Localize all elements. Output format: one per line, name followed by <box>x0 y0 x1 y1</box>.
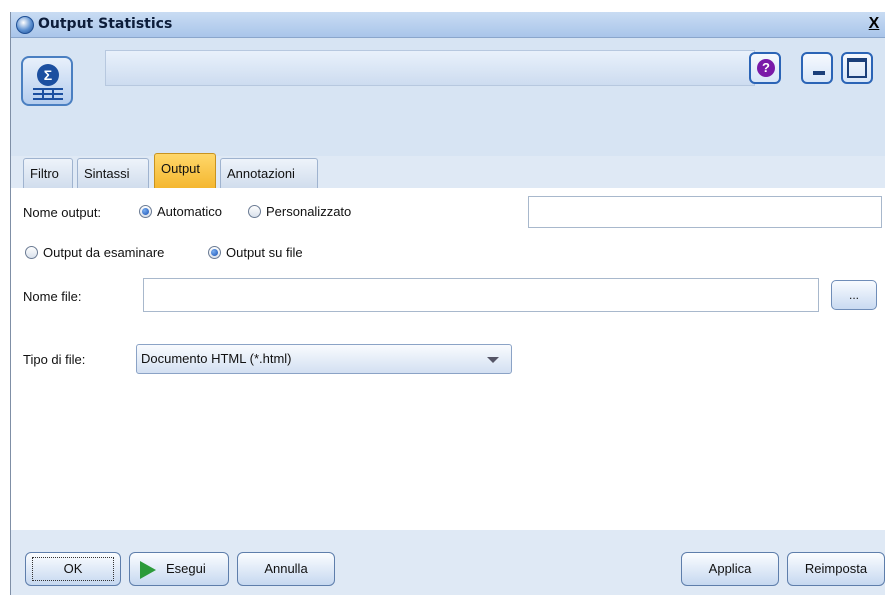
run-button-label: Esegui <box>166 561 206 576</box>
close-button[interactable]: X <box>864 16 884 34</box>
ok-button[interactable]: OK <box>25 552 121 586</box>
tab-sintassi[interactable]: Sintassi <box>77 158 149 188</box>
maximize-button[interactable] <box>841 52 873 84</box>
browse-button[interactable]: ... <box>831 280 877 310</box>
file-type-value: Documento HTML (*.html) <box>141 351 292 366</box>
chevron-down-icon <box>487 357 499 363</box>
title-bar: Output Statistics X <box>11 12 885 38</box>
radio-output-to-file-label[interactable]: Output su file <box>226 245 303 260</box>
window-title: Output Statistics <box>38 16 173 32</box>
button-bar: OK Esegui Annulla Applica Reimposta <box>11 530 885 595</box>
cancel-button[interactable]: Annulla <box>237 552 335 586</box>
file-type-select[interactable]: Documento HTML (*.html) <box>136 344 512 374</box>
reset-button[interactable]: Reimposta <box>787 552 885 586</box>
radio-automatic-label[interactable]: Automatico <box>157 204 222 219</box>
file-name-label: Nome file: <box>23 289 82 304</box>
node-name-bar <box>105 50 755 86</box>
radio-output-to-screen[interactable] <box>25 246 38 259</box>
tab-strip: Filtro Sintassi Output Annotazioni <box>11 146 885 189</box>
node-header: Σ ? <box>11 38 885 156</box>
statistics-sigma-icon: Σ <box>21 56 73 106</box>
custom-output-name-input[interactable] <box>528 196 882 228</box>
radio-custom[interactable] <box>248 205 261 218</box>
tab-output[interactable]: Output <box>154 153 216 189</box>
ok-button-label: OK <box>32 557 114 581</box>
tab-filtro[interactable]: Filtro <box>23 158 73 188</box>
file-name-input[interactable] <box>143 278 819 312</box>
apply-button[interactable]: Applica <box>681 552 779 586</box>
output-name-label: Nome output: <box>23 205 102 220</box>
help-button[interactable]: ? <box>749 52 781 84</box>
radio-custom-label[interactable]: Personalizzato <box>266 204 351 219</box>
tab-annotazioni[interactable]: Annotazioni <box>220 158 318 188</box>
maximize-icon <box>847 58 867 78</box>
dialog-window: Output Statistics X Σ ? Filtro Sintassi … <box>10 12 885 595</box>
radio-output-to-screen-label[interactable]: Output da esaminare <box>43 245 164 260</box>
file-type-label: Tipo di file: <box>23 352 86 367</box>
app-diamond-icon <box>16 16 34 34</box>
run-button[interactable]: Esegui <box>129 552 229 586</box>
help-icon: ? <box>757 59 775 77</box>
radio-automatic[interactable] <box>139 205 152 218</box>
minimize-icon <box>813 71 825 75</box>
radio-output-to-file[interactable] <box>208 246 221 259</box>
minimize-button[interactable] <box>801 52 833 84</box>
play-icon <box>140 561 156 579</box>
